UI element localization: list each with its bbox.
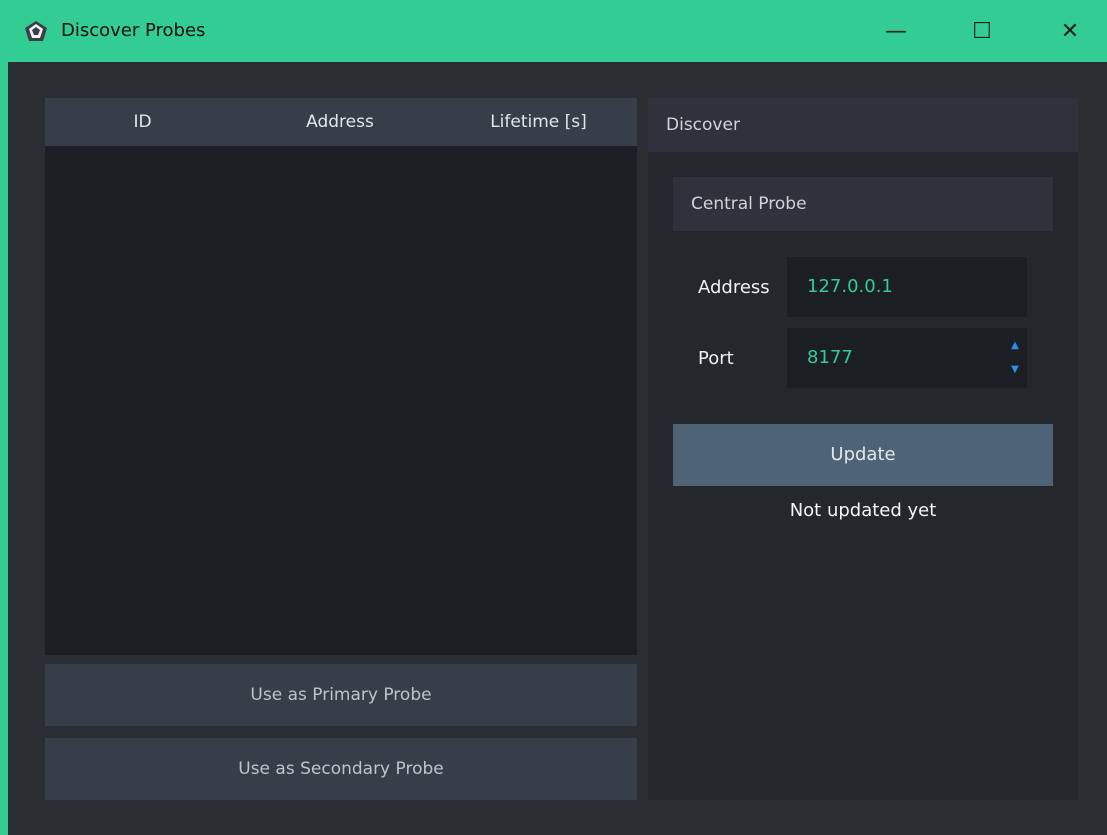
central-probe-title: Central Probe — [673, 177, 1053, 231]
update-button[interactable]: Update — [673, 424, 1053, 486]
minimize-icon[interactable]: — — [860, 0, 932, 62]
use-as-primary-probe-button[interactable]: Use as Primary Probe — [45, 664, 637, 726]
window-title: Discover Probes — [61, 20, 206, 41]
app-icon — [25, 21, 47, 41]
column-header-id[interactable]: ID — [45, 98, 240, 146]
spin-up-icon[interactable]: ▲ — [1009, 340, 1021, 352]
spin-down-icon[interactable]: ▼ — [1009, 364, 1021, 376]
title-bar[interactable]: Discover Probes — ☐ ✕ — [0, 0, 1107, 62]
discover-panel: Discover Central Probe Address 127.0.0.1… — [648, 98, 1078, 800]
discover-probes-window: Discover Probes — ☐ ✕ ID Address Lifetim… — [0, 0, 1107, 835]
column-header-address[interactable]: Address — [240, 98, 440, 146]
maximize-icon[interactable]: ☐ — [946, 0, 1018, 62]
probes-table[interactable]: ID Address Lifetime [s] — [45, 98, 637, 655]
port-value: 8177 — [807, 347, 853, 368]
window-edge — [0, 62, 8, 835]
column-header-lifetime[interactable]: Lifetime [s] — [440, 98, 637, 146]
address-input[interactable]: 127.0.0.1 — [787, 257, 1027, 317]
table-header: ID Address Lifetime [s] — [45, 98, 637, 146]
close-icon[interactable]: ✕ — [1034, 0, 1106, 62]
use-as-secondary-probe-button[interactable]: Use as Secondary Probe — [45, 738, 637, 800]
discover-title: Discover — [648, 98, 1078, 152]
update-status: Not updated yet — [789, 500, 937, 521]
address-label: Address — [698, 277, 770, 298]
port-label: Port — [698, 348, 734, 369]
port-spinbox[interactable]: 8177 ▲ ▼ — [787, 328, 1027, 388]
